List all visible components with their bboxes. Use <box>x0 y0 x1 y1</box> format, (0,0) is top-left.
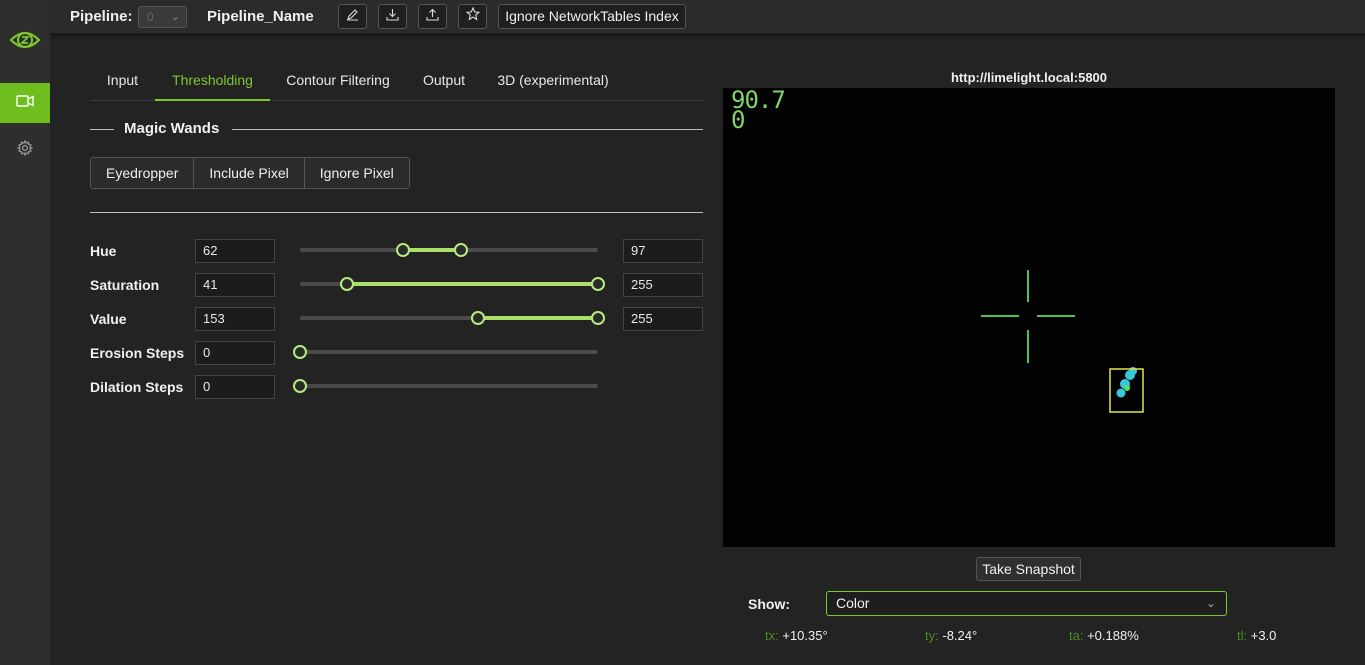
pipeline-label: Pipeline: <box>70 8 133 25</box>
erosion-steps-input[interactable]: 0 <box>195 341 275 365</box>
tab-thresholding[interactable]: Thresholding <box>155 62 270 101</box>
detected-target <box>1109 367 1144 413</box>
value-min-input[interactable]: 153 <box>195 307 275 331</box>
pipeline-select[interactable]: 0 ⌄ <box>138 6 187 28</box>
include-pixel-button[interactable]: Include Pixel <box>194 158 305 188</box>
magic-wand-button-group: Eyedropper Include Pixel Ignore Pixel <box>90 157 410 189</box>
download-icon <box>386 8 399 26</box>
saturation-label: Saturation <box>90 277 160 293</box>
saturation-min-input[interactable]: 41 <box>195 273 275 297</box>
tab-output[interactable]: Output <box>406 62 482 101</box>
pipeline-name: Pipeline_Name <box>207 8 314 25</box>
crosshair <box>981 270 1075 363</box>
sidebar <box>0 0 50 665</box>
stream-overlay <box>981 270 1144 413</box>
stat-ty-value: -8.24° <box>942 628 978 643</box>
show-stream-value: Color <box>836 595 870 611</box>
pipeline-select-value: 0 <box>147 10 154 24</box>
edit-name-button[interactable] <box>338 4 367 29</box>
limelight-logo-icon <box>9 24 41 56</box>
saturation-range-fill <box>347 282 598 286</box>
dilation-steps-input[interactable]: 0 <box>195 375 275 399</box>
show-stream-select[interactable]: Color ⌄ <box>826 591 1227 616</box>
hue-max-handle[interactable] <box>454 243 468 257</box>
saturation-min-handle[interactable] <box>340 277 354 291</box>
take-snapshot-button[interactable]: Take Snapshot <box>976 557 1081 581</box>
eyedropper-button[interactable]: Eyedropper <box>91 158 195 188</box>
stat-tl-value: +3.0 <box>1250 628 1277 643</box>
hue-range-slider[interactable] <box>300 243 598 257</box>
download-button[interactable] <box>378 4 407 29</box>
tab-input[interactable]: Input <box>90 62 155 101</box>
ignore-networktables-button[interactable]: Ignore NetworkTables Index <box>498 4 686 29</box>
stat-tx-key: tx: <box>765 628 779 643</box>
pencil-icon <box>346 8 359 26</box>
stat-tl-key: tl: <box>1237 628 1248 643</box>
top-toolbar: Pipeline: 0 ⌄ Pipeline_Name Ignore Netwo… <box>50 0 1365 34</box>
upload-button[interactable] <box>418 4 447 29</box>
favorite-button[interactable] <box>458 4 487 29</box>
dilation-steps-label: Dilation Steps <box>90 379 184 395</box>
hue-max-input[interactable]: 97 <box>623 239 703 263</box>
value-range-slider[interactable] <box>300 311 605 325</box>
hue-label: Hue <box>90 243 117 259</box>
value-range-fill <box>478 316 598 320</box>
camera-icon <box>16 94 34 113</box>
stat-ta: ta: +0.188% <box>1069 628 1139 643</box>
stat-ty: ty: -8.24° <box>925 628 977 643</box>
value-max-input[interactable]: 255 <box>623 307 703 331</box>
star-icon <box>465 6 480 26</box>
hue-range-fill <box>403 248 461 252</box>
camera-stream[interactable]: 90.7 0 <box>723 88 1335 547</box>
section-divider <box>232 129 703 130</box>
chevron-down-icon: ⌄ <box>1205 596 1216 610</box>
saturation-range-slider[interactable] <box>300 277 605 291</box>
chevron-down-icon: ⌄ <box>170 11 180 23</box>
upload-icon <box>426 8 439 26</box>
stat-tx-value: +10.35° <box>782 628 828 643</box>
section-divider <box>90 129 114 130</box>
settings-tabs: Input Thresholding Contour Filtering Out… <box>90 62 703 101</box>
stream-url[interactable]: http://limelight.local:5800 <box>723 70 1335 85</box>
stat-tx: tx: +10.35° <box>765 628 828 643</box>
saturation-max-input[interactable]: 255 <box>623 273 703 297</box>
stat-ta-value: +0.188% <box>1087 628 1139 643</box>
erosion-steps-slider[interactable] <box>293 345 598 359</box>
dilation-steps-slider[interactable] <box>293 379 598 393</box>
show-label: Show: <box>748 596 790 612</box>
erosion-steps-label: Erosion Steps <box>90 345 185 361</box>
stat-ta-key: ta: <box>1069 628 1084 643</box>
ignore-pixel-button[interactable]: Ignore Pixel <box>304 158 409 188</box>
stat-ty-key: ty: <box>925 628 939 643</box>
value-min-handle[interactable] <box>471 311 485 325</box>
hue-min-handle[interactable] <box>396 243 410 257</box>
saturation-max-handle[interactable] <box>591 277 605 291</box>
sidebar-item-settings[interactable] <box>0 130 50 170</box>
magic-wands-title: Magic Wands <box>124 120 220 137</box>
tab-contour-filtering[interactable]: Contour Filtering <box>270 62 406 101</box>
gear-icon <box>16 139 34 161</box>
erosion-steps-handle[interactable] <box>293 345 307 359</box>
tab-3d-experimental[interactable]: 3D (experimental) <box>482 62 624 101</box>
value-max-handle[interactable] <box>591 311 605 325</box>
value-label: Value <box>90 311 127 327</box>
section-divider <box>90 212 703 213</box>
sidebar-item-camera[interactable] <box>0 83 50 123</box>
hue-min-input[interactable]: 62 <box>195 239 275 263</box>
dilation-steps-handle[interactable] <box>293 379 307 393</box>
stat-tl: tl: +3.0 <box>1237 628 1276 643</box>
